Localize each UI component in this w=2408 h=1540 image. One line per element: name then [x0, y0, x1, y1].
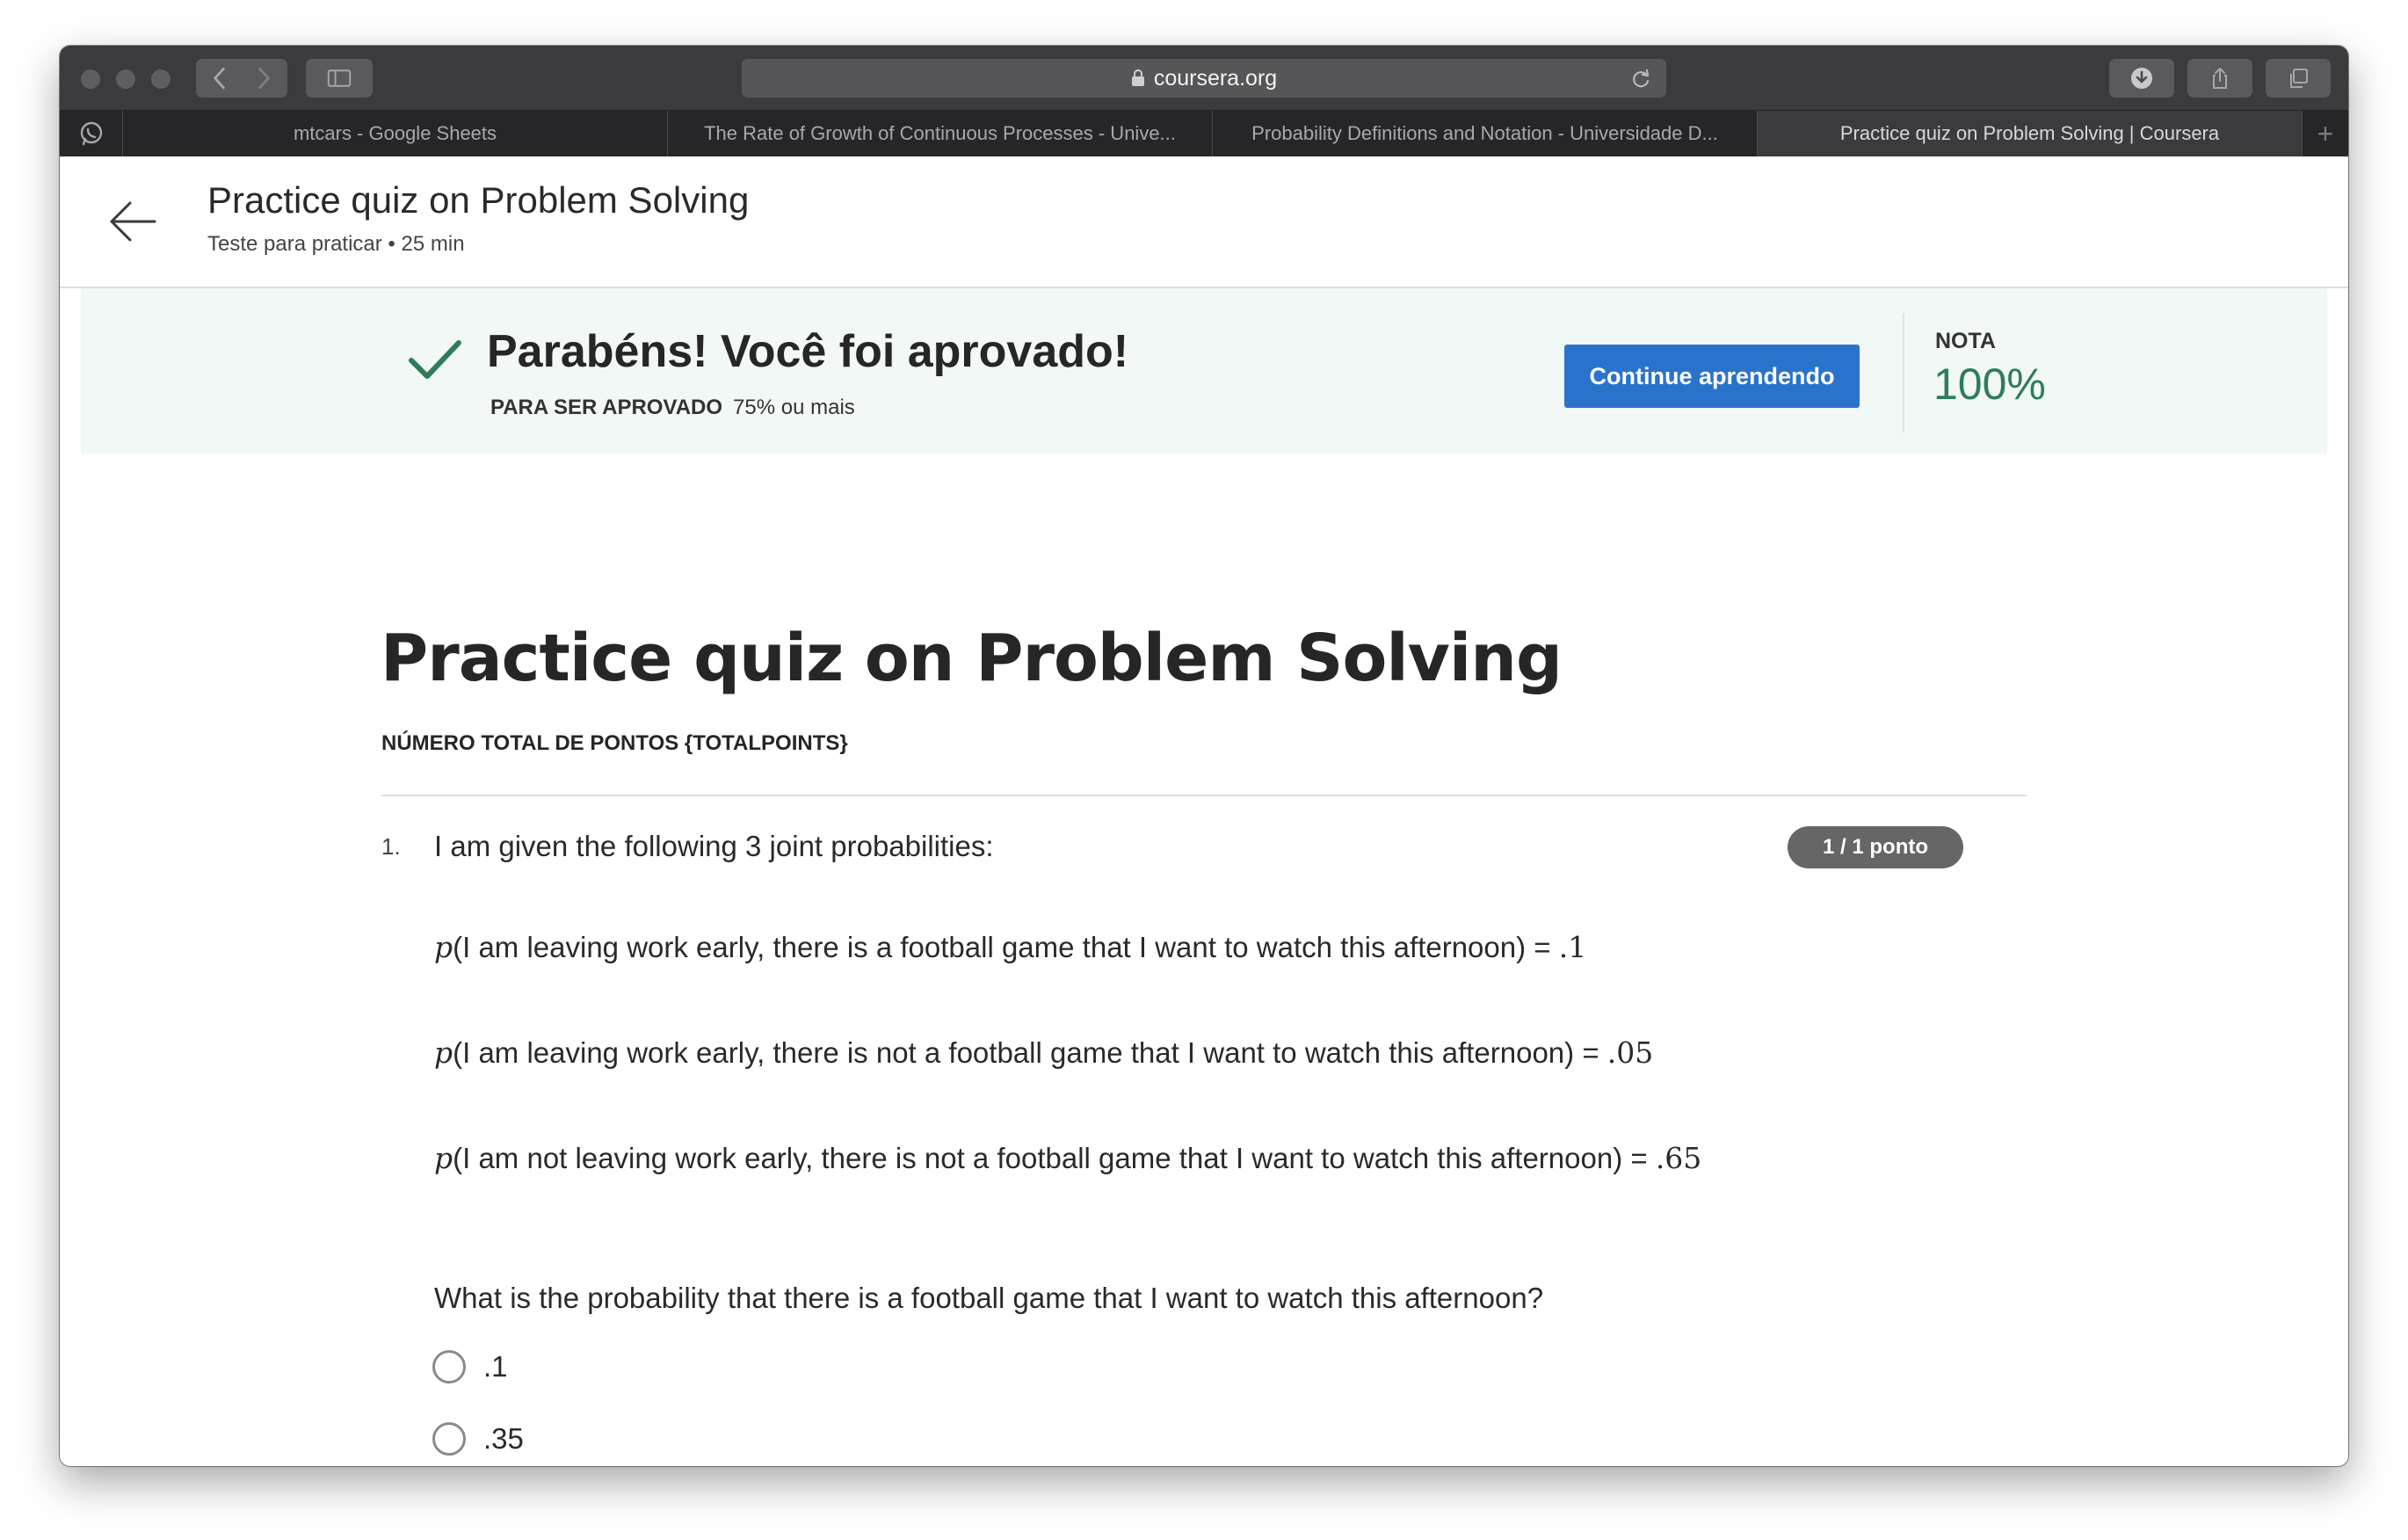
tab-overview-button[interactable]	[2266, 59, 2331, 98]
joint-probability-2: p(I am leaving work early, there is not …	[434, 1032, 1805, 1074]
chevron-right-icon	[258, 67, 270, 90]
grade-value: 100%	[1933, 360, 2046, 409]
lock-icon	[1131, 69, 1144, 86]
tab-practice-quiz[interactable]: Practice quiz on Problem Solving | Cours…	[1758, 111, 2303, 156]
whatsapp-icon	[80, 121, 102, 146]
pinned-tab-whatsapp[interactable]	[60, 111, 123, 156]
page-header: Practice quiz on Problem Solving Teste p…	[60, 156, 2348, 288]
download-icon	[2131, 68, 2152, 89]
close-window-button[interactable]	[81, 69, 100, 89]
screen: coursera.org mtcars - Google Sheets The …	[0, 0, 2408, 1540]
browser-toolbar: coursera.org	[60, 46, 2348, 111]
tab-probability-definitions[interactable]: Probability Definitions and Notation - U…	[1213, 111, 1758, 156]
tab-label: Probability Definitions and Notation - U…	[1251, 122, 1718, 144]
pass-requirement: PARA SER APROVADO 75% ou mais	[490, 396, 855, 420]
pass-requirement-value: 75% ou mais	[733, 396, 855, 419]
probability-value: .65	[1655, 1141, 1702, 1175]
tab-rate-of-growth[interactable]: The Rate of Growth of Continuous Process…	[668, 111, 1213, 156]
banner-title: Parabéns! Você foi aprovado!	[487, 326, 1129, 377]
joint-probability-3: p(I am not leaving work early, there is …	[434, 1137, 1805, 1180]
probability-text: (I am leaving work early, there is not a…	[453, 1036, 1607, 1069]
tabs-overview-icon	[2290, 69, 2308, 88]
question-number: 1.	[381, 833, 401, 860]
total-points: NÚMERO TOTAL DE PONTOS {TOTALPOINTS}	[381, 731, 848, 755]
quiz-content: Practice quiz on Problem Solving NÚMERO …	[60, 454, 2348, 1466]
probability-symbol: p	[434, 1141, 453, 1175]
sidebar-icon	[327, 69, 352, 87]
minimize-window-button[interactable]	[116, 69, 135, 89]
page-subtitle: Teste para praticar • 25 min	[207, 232, 465, 256]
browser-window: coursera.org mtcars - Google Sheets The …	[60, 46, 2348, 1466]
grade-label: NOTA	[1935, 329, 1996, 353]
history-nav	[196, 59, 287, 98]
new-tab-button[interactable]: +	[2303, 111, 2348, 156]
sidebar-toggle-button[interactable]	[306, 59, 373, 98]
tab-label: The Rate of Growth of Continuous Process…	[704, 122, 1176, 144]
probability-text: (I am not leaving work early, there is n…	[453, 1142, 1656, 1174]
forward-button[interactable]	[242, 59, 287, 98]
banner-divider	[1903, 313, 1904, 432]
radio-button[interactable]	[432, 1422, 466, 1456]
answer-option-label: .1	[483, 1350, 508, 1383]
chevron-left-icon	[214, 67, 225, 90]
tab-bar: mtcars - Google Sheets The Rate of Growt…	[60, 111, 2348, 156]
back-arrow-icon[interactable]	[109, 200, 156, 243]
pass-requirement-label: PARA SER APROVADO	[490, 396, 723, 419]
page-title: Practice quiz on Problem Solving	[207, 179, 750, 221]
question-text: I am given the following 3 joint probabi…	[434, 830, 994, 862]
address-bar[interactable]: coursera.org	[742, 59, 1666, 98]
probability-value: .1	[1558, 930, 1587, 964]
probability-symbol: p	[434, 930, 453, 964]
tab-label: mtcars - Google Sheets	[293, 122, 497, 144]
tab-mtcars[interactable]: mtcars - Google Sheets	[123, 111, 668, 156]
reload-icon[interactable]	[1629, 68, 1652, 91]
continue-learning-button[interactable]: Continue aprendendo	[1564, 345, 1860, 408]
success-banner: Parabéns! Você foi aprovado! PARA SER AP…	[81, 288, 2327, 454]
answer-option-2[interactable]: .35	[432, 1422, 524, 1456]
probability-value: .05	[1607, 1035, 1654, 1070]
back-button[interactable]	[196, 59, 242, 98]
share-icon	[2213, 68, 2227, 89]
divider	[381, 795, 2027, 796]
answer-option-label: .35	[483, 1422, 524, 1455]
probability-text: (I am leaving work early, there is a foo…	[453, 931, 1559, 963]
zoom-window-button[interactable]	[151, 69, 170, 89]
question-prompt: What is the probability that there is a …	[434, 1282, 1544, 1314]
probability-symbol: p	[434, 1035, 453, 1070]
check-icon	[409, 340, 461, 379]
radio-button[interactable]	[432, 1350, 466, 1384]
score-badge: 1 / 1 ponto	[1788, 826, 1963, 868]
downloads-button[interactable]	[2109, 59, 2174, 98]
answer-option-1[interactable]: .1	[432, 1350, 508, 1384]
share-button[interactable]	[2187, 59, 2252, 98]
quiz-title: Practice quiz on Problem Solving	[381, 621, 1563, 696]
url-text: coursera.org	[1153, 65, 1278, 91]
tab-label: Practice quiz on Problem Solving | Cours…	[1839, 122, 2220, 144]
joint-probability-1: p(I am leaving work early, there is a fo…	[434, 926, 1805, 969]
